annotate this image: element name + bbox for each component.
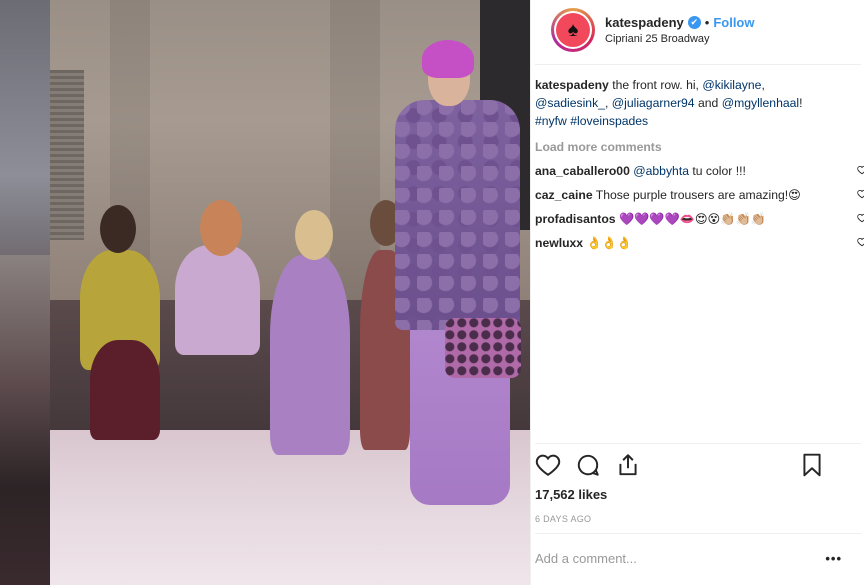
photo-guest-purple-suit bbox=[270, 255, 350, 455]
avatar[interactable]: ♠ bbox=[551, 8, 595, 52]
comment-like-heart-icon[interactable] bbox=[857, 213, 864, 223]
photo-model-handbag bbox=[445, 318, 521, 378]
comment-item: ana_caballero00 @abbyhta tu color !!! bbox=[535, 162, 864, 180]
post-header: ♠ katespadeny ✔ • Follow Cipriani 25 Bro… bbox=[531, 0, 864, 60]
backdrop-previous-post bbox=[0, 0, 50, 585]
comments-section: katespadeny the front row. hi, @kikilayn… bbox=[535, 76, 864, 252]
comment-author-link[interactable]: profadisantos bbox=[535, 212, 616, 226]
post-side-panel: ♠ katespadeny ✔ • Follow Cipriani 25 Bro… bbox=[530, 0, 864, 585]
caption-author-link[interactable]: katespadeny bbox=[535, 78, 609, 92]
likes-count[interactable]: 17,562 likes bbox=[535, 487, 607, 502]
comment-author-link[interactable]: caz_caine bbox=[535, 188, 593, 202]
caption-text: the front row. hi, bbox=[608, 78, 703, 92]
share-icon[interactable] bbox=[615, 452, 641, 478]
actions-divider bbox=[535, 443, 861, 444]
caption-text: and bbox=[694, 96, 722, 110]
caption-text: , bbox=[761, 78, 765, 92]
header-divider bbox=[535, 64, 861, 65]
post-modal: ♠ katespadeny ✔ • Follow Cipriani 25 Bro… bbox=[50, 0, 864, 585]
spade-logo-icon: ♠ bbox=[556, 13, 590, 47]
comment-author-link[interactable]: ana_caballero00 bbox=[535, 164, 630, 178]
separator-dot: • bbox=[704, 15, 710, 30]
photo-vent bbox=[50, 70, 84, 240]
avatar-ring: ♠ bbox=[554, 11, 592, 49]
location-link[interactable]: Cipriani 25 Broadway bbox=[605, 33, 755, 45]
comment-text: 💜💜💜💜👄😍😵👏🏼👏🏼👏🏼 bbox=[615, 212, 766, 226]
hashtag-link[interactable]: #nyfw bbox=[535, 114, 567, 128]
photo-guest-lilac bbox=[175, 245, 260, 355]
post-timestamp[interactable]: 6 DAYS AGO bbox=[535, 514, 591, 524]
heart-icon[interactable] bbox=[535, 452, 561, 478]
mention-link[interactable]: @mgyllenhaal bbox=[722, 96, 799, 110]
comment-author-link[interactable]: newluxx bbox=[535, 236, 583, 250]
post-caption: katespadeny the front row. hi, @kikilayn… bbox=[535, 76, 825, 130]
comment-like-heart-icon[interactable] bbox=[857, 165, 864, 175]
follow-button[interactable]: Follow bbox=[713, 15, 754, 30]
username-link[interactable]: katespadeny bbox=[605, 15, 684, 30]
more-options-button[interactable]: ••• bbox=[825, 551, 842, 566]
comment-text: tu color !!! bbox=[689, 164, 746, 178]
photo-guest-head bbox=[100, 205, 136, 253]
mention-link[interactable]: @juliagarner94 bbox=[612, 96, 695, 110]
comment-text: Those purple trousers are amazing!😍 bbox=[592, 188, 801, 202]
comment-item: newluxx 👌👌👌 bbox=[535, 234, 864, 252]
caption-text: , bbox=[604, 96, 612, 110]
photo-guest-skirt bbox=[90, 340, 160, 440]
photo-model-turban bbox=[422, 40, 474, 78]
add-comment-divider bbox=[535, 533, 861, 534]
verified-badge-icon: ✔ bbox=[687, 16, 701, 29]
comment-like-heart-icon[interactable] bbox=[857, 189, 864, 199]
mention-link[interactable]: @sadiesink_ bbox=[535, 96, 605, 110]
mention-link[interactable]: @abbyhta bbox=[633, 164, 689, 178]
photo-guest-head bbox=[200, 200, 242, 256]
caption-text: ! bbox=[799, 96, 803, 110]
add-comment-input[interactable]: Add a comment... bbox=[535, 551, 637, 566]
post-photo[interactable] bbox=[50, 0, 530, 585]
bookmark-icon[interactable] bbox=[799, 452, 825, 478]
photo-model-coat bbox=[395, 100, 520, 330]
comment-like-heart-icon[interactable] bbox=[857, 237, 864, 247]
photo-guest-head bbox=[295, 210, 333, 260]
hashtag-link[interactable]: #loveinspades bbox=[570, 114, 648, 128]
comment-item: profadisantos 💜💜💜💜👄😍😵👏🏼👏🏼👏🏼 bbox=[535, 210, 864, 228]
header-top-line: katespadeny ✔ • Follow bbox=[605, 15, 755, 30]
backdrop-previous-post-image bbox=[0, 255, 50, 585]
comment-text: 👌👌👌 bbox=[583, 236, 633, 250]
action-bar bbox=[535, 452, 825, 482]
spade-glyph: ♠ bbox=[567, 19, 579, 41]
comment-item: caz_caine Those purple trousers are amaz… bbox=[535, 186, 864, 204]
load-more-comments-button[interactable]: Load more comments bbox=[535, 138, 825, 156]
header-text: katespadeny ✔ • Follow Cipriani 25 Broad… bbox=[605, 15, 755, 45]
mention-link[interactable]: @kikilayne bbox=[702, 78, 761, 92]
speech-bubble-icon[interactable] bbox=[575, 452, 601, 478]
